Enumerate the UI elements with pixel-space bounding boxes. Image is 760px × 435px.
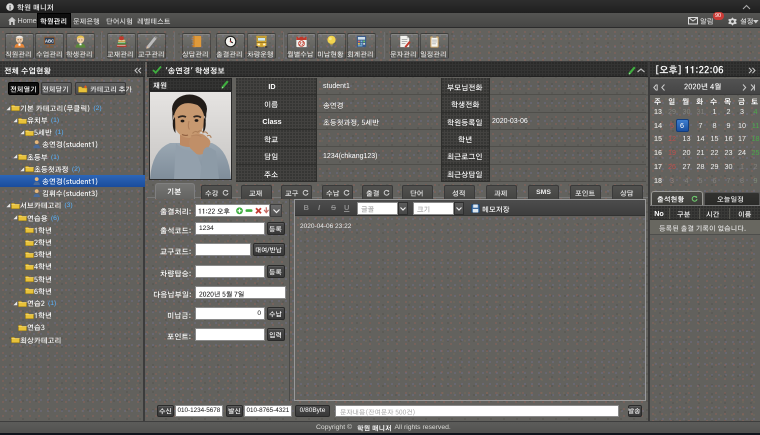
svg-text:ABC: ABC (45, 38, 54, 43)
svg-text:i: i (9, 4, 11, 10)
